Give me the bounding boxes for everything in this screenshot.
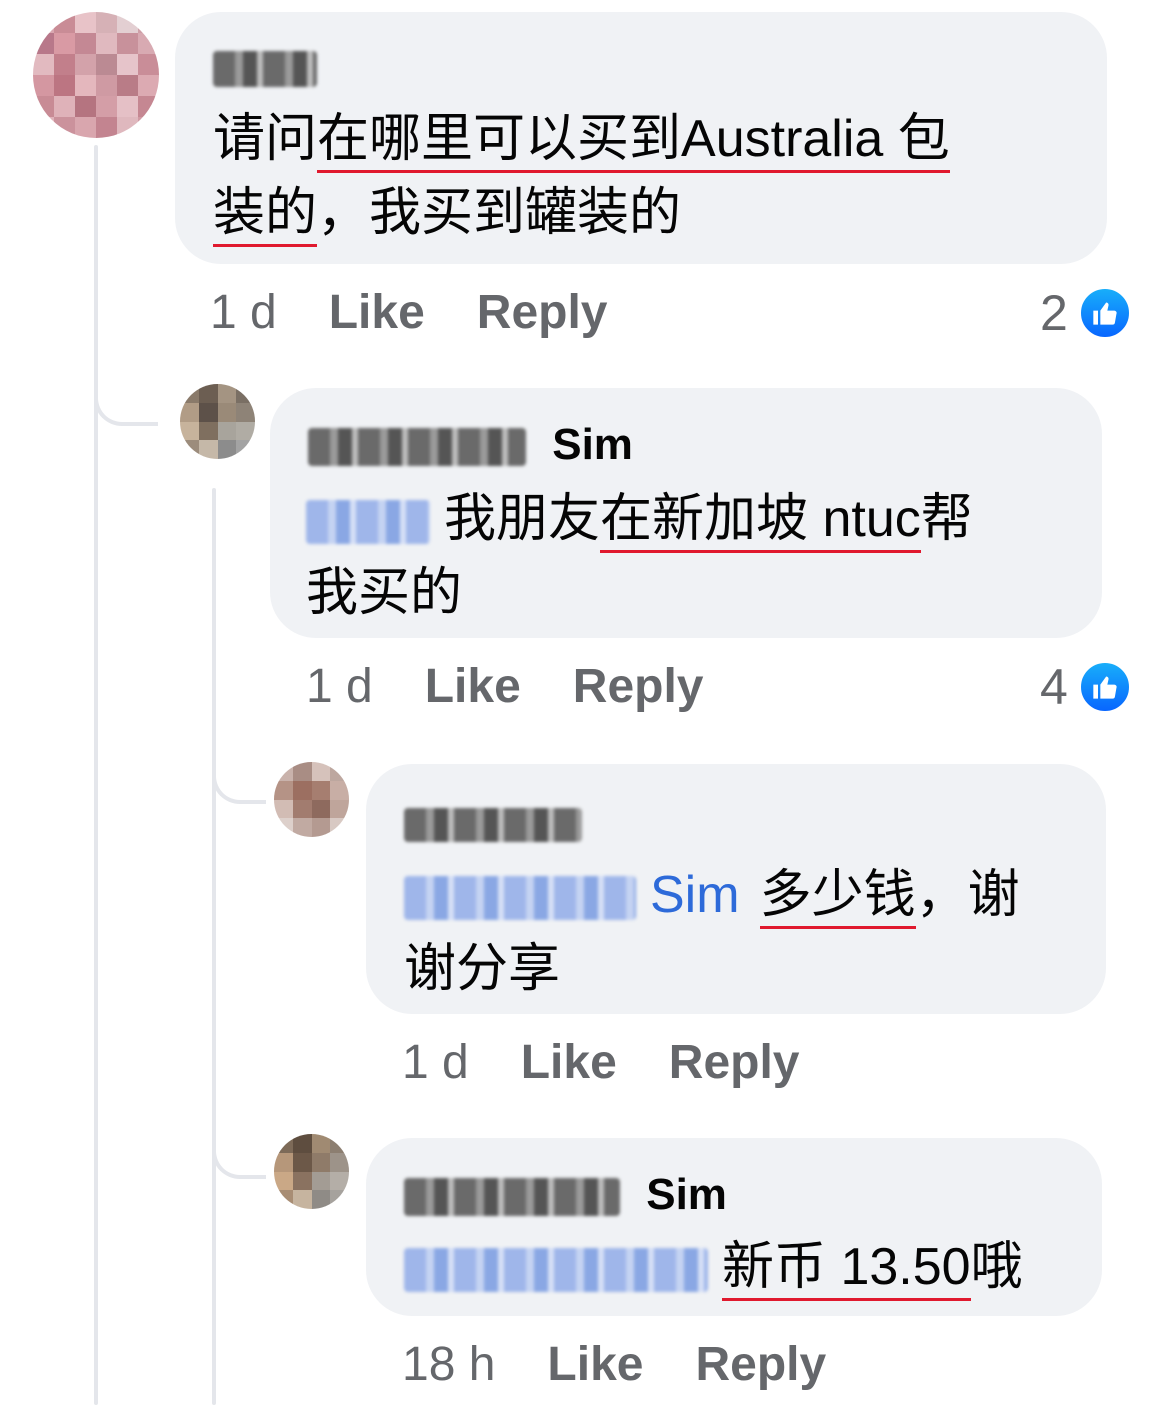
comment-bubble[interactable]: Sim 我朋友在新加坡 ntuc帮 我买的 [270, 388, 1102, 638]
mention-link[interactable]: Sim [650, 866, 740, 924]
comment-actions: 1 d Like Reply [210, 286, 660, 340]
thread-line-nested [212, 488, 216, 1405]
comment-time[interactable]: 1 d [402, 1036, 469, 1089]
comment-text: 请问在哪里可以买到Australia 包 装的，我买到罐装的 [213, 102, 1083, 250]
comment-bubble[interactable]: Sim 多少钱，谢 谢分享 [366, 764, 1106, 1014]
comment-actions: 1 d Like Reply [306, 660, 756, 714]
comment-author[interactable]: Sim [404, 1170, 727, 1220]
thread-branch-nested [212, 1115, 266, 1179]
comment-text: 新币 13.50哦 [404, 1230, 1094, 1304]
like-button[interactable]: Like [425, 660, 521, 713]
thread-line [94, 145, 98, 1405]
like-button[interactable]: Like [329, 286, 425, 339]
redacted-name [213, 51, 317, 88]
redacted-name [404, 1178, 620, 1217]
avatar[interactable] [274, 1134, 349, 1209]
comment-actions: 18 h Like Reply [402, 1338, 878, 1392]
comment-author[interactable] [404, 798, 582, 848]
reply-button[interactable]: Reply [573, 660, 704, 713]
avatar[interactable] [33, 12, 159, 138]
comment-author[interactable] [213, 42, 317, 92]
comment-time[interactable]: 1 d [306, 660, 373, 713]
comment-author[interactable]: Sim [308, 420, 633, 470]
thumbs-up-icon [1077, 286, 1132, 340]
reply-button[interactable]: Reply [477, 286, 608, 339]
comment-bubble[interactable]: Sim 新币 13.50哦 [366, 1138, 1102, 1316]
thread-branch [94, 360, 158, 426]
comment-text: 我朋友在新加坡 ntuc帮 我买的 [306, 490, 973, 622]
thread-branch-nested [212, 740, 266, 804]
reaction-count[interactable]: 2 [1040, 286, 1132, 340]
redacted-mention[interactable] [404, 876, 636, 921]
redacted-name [308, 428, 526, 467]
redacted-name [404, 808, 582, 843]
comment-time[interactable]: 1 d [210, 286, 277, 339]
redacted-mention[interactable] [306, 500, 430, 545]
reply-button[interactable]: Reply [669, 1036, 800, 1089]
avatar[interactable] [180, 384, 255, 459]
comment-text: Sim 多少钱，谢 谢分享 [404, 866, 1020, 998]
redacted-mention[interactable] [404, 1248, 708, 1293]
like-button[interactable]: Like [521, 1036, 617, 1089]
reaction-count[interactable]: 4 [1040, 660, 1132, 714]
avatar[interactable] [274, 762, 349, 837]
thumbs-up-icon [1077, 660, 1132, 714]
reply-button[interactable]: Reply [695, 1338, 826, 1391]
comment-time[interactable]: 18 h [402, 1338, 495, 1391]
comment-actions: 1 d Like Reply [402, 1036, 852, 1090]
like-button[interactable]: Like [547, 1338, 643, 1391]
comment-bubble[interactable]: 请问在哪里可以买到Australia 包 装的，我买到罐装的 [175, 12, 1107, 264]
